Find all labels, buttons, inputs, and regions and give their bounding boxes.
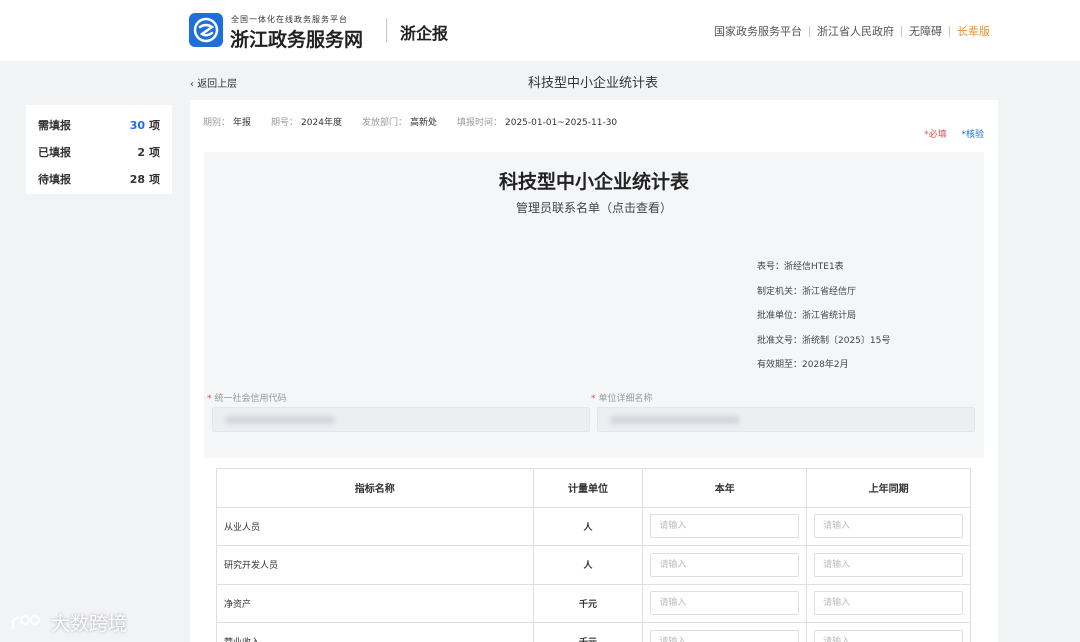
indicator-name: 营业收入: [216, 622, 534, 642]
info-authority: 制定机关：浙江省经信厅: [757, 286, 857, 297]
legend-required: *必填: [924, 130, 947, 140]
table-row: 从业人员 人 请输入 请输入: [216, 506, 971, 546]
credit-code-label: * 统一社会信用代码: [207, 394, 287, 404]
watermark: 大数跨境: [9, 609, 127, 636]
legend-verify: *核验: [961, 130, 984, 140]
info-approver: 批准单位：浙江省统计局: [757, 311, 857, 321]
link-separator: [901, 25, 902, 37]
indicator-name: 从业人员: [216, 506, 534, 546]
system-name[interactable]: 浙企报: [400, 20, 448, 44]
this-year-input[interactable]: 请输入: [650, 629, 800, 642]
blurred-value: [610, 416, 740, 424]
stat-value: 28: [129, 172, 145, 186]
col-header-this-year: 本年: [642, 468, 808, 508]
stat-unit: 项: [149, 145, 160, 159]
table-row: 研究开发人员 人 请输入 请输入: [216, 545, 971, 585]
link-provincial-government[interactable]: 浙江省人民政府: [817, 23, 894, 39]
blurred-value: [225, 416, 335, 424]
link-separator: [949, 25, 950, 37]
last-year-input[interactable]: 请输入: [814, 629, 963, 642]
stat-value: 30: [129, 118, 145, 132]
logo-subtitle: 全国一体化在线政务服务平台: [231, 15, 348, 24]
indicator-name: 研究开发人员: [216, 545, 534, 585]
link-national-platform[interactable]: 国家政务服务平台: [714, 23, 802, 39]
indicator-unit: 千元: [532, 622, 644, 642]
last-year-input[interactable]: 请输入: [814, 591, 963, 616]
meta-fill-time: 填报时间： 2025-01-01~2025-11-30: [456, 118, 618, 128]
stat-label: 待填报: [38, 172, 71, 186]
indicator-unit: 人: [532, 545, 644, 585]
info-form-number: 表号：浙经信HTE1表: [757, 262, 844, 272]
credit-code-field[interactable]: [212, 407, 590, 432]
indicator-table-wrap: 指标名称 计量单位 本年 上年同期 从业人员 人 请输入 请输入 研究开发人员 …: [204, 458, 984, 642]
col-header-unit: 计量单位: [532, 468, 644, 508]
meta-period-type: 期别： 年报: [203, 118, 252, 128]
top-links: 国家政务服务平台 浙江省人民政府 无障碍 长辈版: [714, 23, 990, 39]
report-main-card: 期别： 年报 期号： 2024年度 发放部门： 高新处 填报时间： 2025-01-01…: [190, 100, 998, 642]
indicator-unit: 千元: [532, 583, 644, 623]
top-header: 全国一体化在线政务服务平台 浙江政务服务网 浙企报 国家政务服务平台 浙江省人民…: [0, 0, 1080, 61]
company-name-label: * 单位详细名称: [591, 394, 653, 404]
info-approval-number: 批准文号：浙统制〔2025〕15号: [757, 335, 891, 346]
stat-pending[interactable]: 待填报 28 项: [38, 165, 160, 192]
this-year-input[interactable]: 请输入: [650, 591, 800, 616]
stat-label: 需填报: [38, 118, 71, 132]
stat-value: 2: [137, 145, 145, 159]
form-title: 科技型中小企业统计表: [498, 171, 689, 193]
meta-period: 期号： 2024年度: [271, 118, 342, 128]
link-separator: [809, 25, 810, 37]
table-row: 净资产 千元 请输入 请输入: [216, 583, 971, 623]
fill-stats-panel: 需填报 30 项 已填报 2项 待填报 28 项: [26, 105, 172, 194]
link-elder-mode[interactable]: 长辈版: [957, 23, 990, 39]
table-row: 营业收入 千元 请输入 请输入: [216, 622, 971, 642]
meta-department: 发放部门： 高新处: [361, 118, 437, 128]
field-legend: *必填 *核验: [924, 127, 984, 140]
this-year-input[interactable]: 请输入: [650, 514, 800, 539]
link-accessibility[interactable]: 无障碍: [909, 23, 942, 39]
form-info: 表号：浙经信HTE1表 制定机关：浙江省经信厅 批准单位：浙江省统计局 批准文号…: [757, 255, 890, 378]
stat-unit: 项: [149, 172, 160, 186]
stat-filled[interactable]: 已填报 2项: [38, 138, 160, 165]
this-year-input[interactable]: 请输入: [650, 552, 800, 577]
contact-list-link[interactable]: 管理员联系名单（点击查看）: [204, 199, 984, 216]
stat-label: 已填报: [38, 145, 71, 159]
stat-unit: 项: [149, 118, 160, 132]
col-header-last-year: 上年同期: [806, 468, 971, 508]
report-meta: 期别： 年报 期号： 2024年度 发放部门： 高新处 填报时间： 2025-01-01…: [203, 115, 637, 128]
logo-divider: [386, 18, 387, 42]
indicator-unit: 人: [532, 506, 644, 546]
logo-title[interactable]: 浙江政务服务网: [230, 25, 363, 52]
watermark-logo-icon: [11, 614, 40, 629]
zhejiang-logo-icon[interactable]: [189, 13, 223, 47]
watermark-text: 大数跨境: [51, 613, 128, 635]
last-year-input[interactable]: 请输入: [814, 514, 963, 539]
table-header-row: 指标名称 计量单位 本年 上年同期: [216, 468, 971, 508]
company-name-field[interactable]: [597, 407, 975, 432]
info-valid-until: 有效期至：2028年2月: [757, 360, 849, 370]
col-header-indicator: 指标名称: [216, 468, 534, 508]
last-year-input[interactable]: 请输入: [814, 552, 963, 577]
stat-need-fill[interactable]: 需填报 30 项: [38, 111, 160, 138]
indicator-table: 指标名称 计量单位 本年 上年同期 从业人员 人 请输入 请输入 研究开发人员 …: [216, 468, 971, 642]
indicator-name: 净资产: [216, 583, 534, 623]
page-title: 科技型中小企业统计表: [527, 76, 658, 91]
